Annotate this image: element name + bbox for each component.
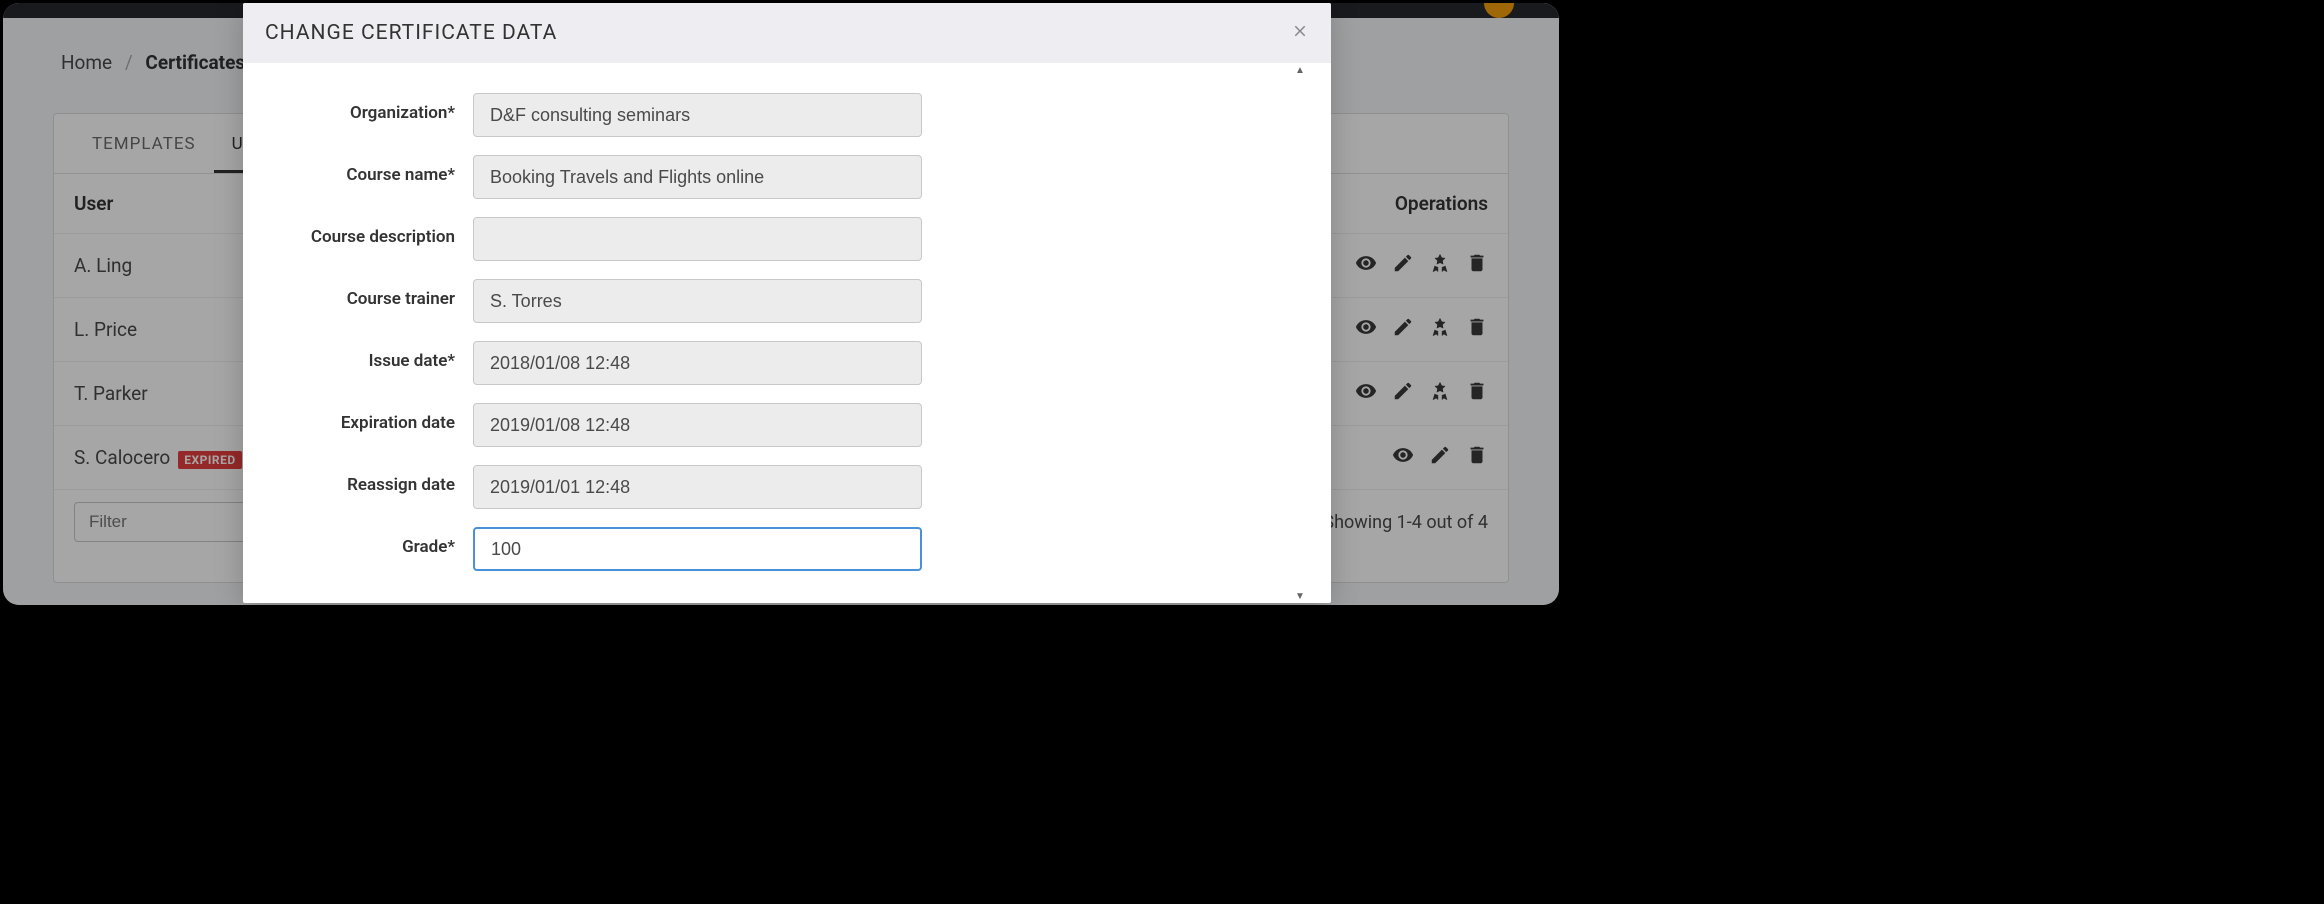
app-window: Home / Certificates TEMPLATES USERS User…	[3, 3, 1559, 605]
close-icon	[1291, 22, 1309, 40]
input-course-trainer[interactable]	[473, 279, 922, 323]
label-reassign-date: Reassign date	[283, 465, 473, 496]
field-organization: Organization*	[283, 93, 1269, 137]
field-course-description: Course description	[283, 217, 1269, 261]
modal-title: CHANGE CERTIFICATE DATA	[265, 21, 557, 45]
label-issue-date: Issue date*	[283, 341, 473, 372]
modal-body: ▲ Organization* Course name* Course desc…	[243, 63, 1331, 603]
input-organization[interactable]	[473, 93, 922, 137]
input-expiration-date[interactable]	[473, 403, 922, 447]
close-button[interactable]	[1291, 22, 1309, 44]
modal-header: CHANGE CERTIFICATE DATA	[243, 3, 1331, 63]
modal-change-certificate: CHANGE CERTIFICATE DATA ▲ Organization* …	[243, 3, 1331, 603]
input-course-name[interactable]	[473, 155, 922, 199]
input-issue-date[interactable]	[473, 341, 922, 385]
label-course-name: Course name*	[283, 155, 473, 186]
input-course-description[interactable]	[473, 217, 922, 261]
input-reassign-date[interactable]	[473, 465, 922, 509]
field-course-trainer: Course trainer	[283, 279, 1269, 323]
field-reassign-date: Reassign date	[283, 465, 1269, 509]
label-course-description: Course description	[283, 217, 473, 248]
field-expiration-date: Expiration date	[283, 403, 1269, 447]
input-grade[interactable]	[473, 527, 922, 571]
modal-scroll[interactable]: Organization* Course name* Course descri…	[243, 63, 1309, 603]
label-organization: Organization*	[283, 93, 473, 124]
field-course-name: Course name*	[283, 155, 1269, 199]
label-expiration-date: Expiration date	[283, 403, 473, 434]
field-issue-date: Issue date*	[283, 341, 1269, 385]
scroll-down-icon[interactable]: ▼	[1295, 591, 1305, 601]
label-grade: Grade*	[283, 527, 473, 558]
field-grade: Grade*	[283, 527, 1269, 571]
label-course-trainer: Course trainer	[283, 279, 473, 310]
